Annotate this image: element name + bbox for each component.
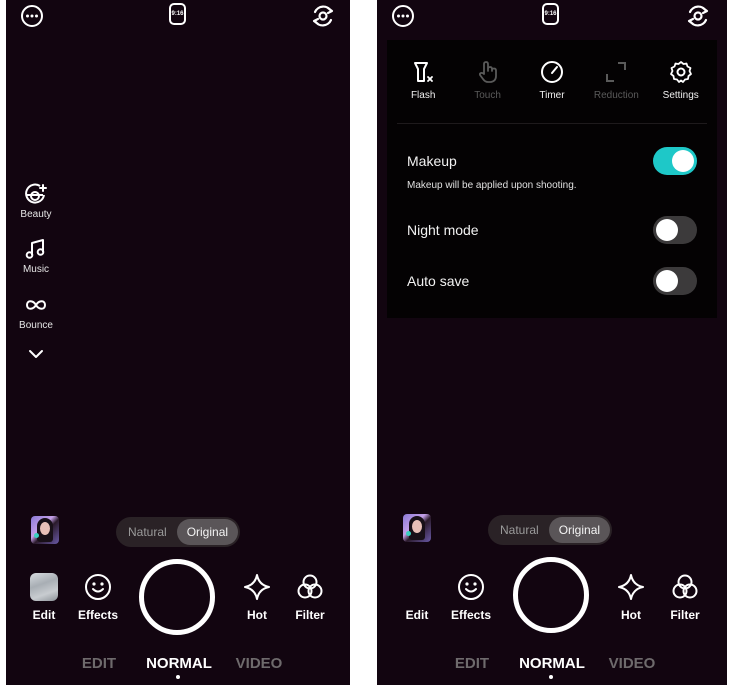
- settings-option[interactable]: Settings: [649, 60, 713, 101]
- flip-camera-button[interactable]: [685, 3, 711, 29]
- expand-tools-button[interactable]: [6, 348, 66, 360]
- effects-tool[interactable]: Effects: [441, 573, 501, 622]
- effects-label: Effects: [450, 608, 491, 622]
- aspect-ratio-button[interactable]: 9:16: [542, 3, 559, 25]
- edit-tool[interactable]: Edit: [14, 573, 74, 622]
- aspect-ratio-label: 9:16: [542, 3, 559, 25]
- panel-divider: [397, 123, 707, 124]
- makeup-setting: Makeup: [407, 147, 697, 175]
- infinity-loop-icon: [25, 300, 47, 310]
- music-label: Music: [22, 264, 50, 275]
- aspect-ratio-button[interactable]: 9:16: [169, 3, 186, 25]
- aspect-ratio-label: 9:16: [169, 3, 186, 25]
- mode-selector: EDIT NORMAL VIDEO: [377, 655, 727, 672]
- beauty-face-icon: [25, 183, 47, 204]
- auto-save-toggle[interactable]: [653, 267, 697, 295]
- flash-option[interactable]: Flash: [391, 60, 455, 101]
- camera-screen-settings-open: 9:16 Flash Touch Timer Reduction Setting…: [377, 0, 727, 685]
- timer-icon: [540, 61, 563, 83]
- original-option[interactable]: Original: [176, 519, 239, 545]
- hot-label: Hot: [621, 608, 641, 622]
- beauty-label: Beauty: [20, 209, 52, 220]
- mode-selector: EDIT NORMAL VIDEO: [6, 655, 350, 672]
- flash-label: Flash: [410, 90, 436, 101]
- gallery-thumbnail[interactable]: [403, 514, 431, 542]
- flash-off-icon: [414, 62, 434, 82]
- hot-tool[interactable]: Hot: [227, 573, 287, 622]
- mode-video[interactable]: VIDEO: [592, 655, 672, 672]
- filter-tool[interactable]: Filter: [655, 573, 715, 622]
- makeup-toggle[interactable]: [653, 147, 697, 175]
- effects-tool[interactable]: Effects: [68, 573, 128, 622]
- reduction-label: Reduction: [593, 90, 639, 101]
- hot-label: Hot: [247, 608, 267, 622]
- reduction-option[interactable]: Reduction: [584, 60, 648, 101]
- edit-thumbnail: [30, 573, 58, 601]
- mode-normal[interactable]: NORMAL: [512, 655, 592, 672]
- gallery-thumbnail[interactable]: [31, 516, 59, 544]
- settings-panel: Flash Touch Timer Reduction Settings Mak…: [387, 40, 717, 318]
- filter-label: Filter: [670, 608, 700, 622]
- quick-options-row: Flash Touch Timer Reduction Settings: [387, 60, 717, 101]
- music-tool[interactable]: Music: [6, 237, 66, 275]
- mode-edit[interactable]: EDIT: [432, 655, 512, 672]
- shutter-button[interactable]: [513, 557, 589, 633]
- sparkle-icon: [244, 574, 270, 600]
- more-options-button[interactable]: [391, 4, 415, 28]
- makeup-description: Makeup will be applied upon shooting.: [407, 180, 577, 191]
- smiley-icon: [85, 574, 111, 600]
- edit-thumbnail: [403, 573, 431, 601]
- auto-save-label: Auto save: [407, 273, 470, 289]
- night-mode-setting: Night mode: [407, 216, 697, 244]
- mode-normal[interactable]: NORMAL: [139, 655, 219, 672]
- filter-circles-icon: [672, 574, 698, 599]
- timer-option[interactable]: Timer: [520, 60, 584, 101]
- bounce-label: Bounce: [19, 320, 53, 331]
- settings-label: Settings: [662, 90, 699, 101]
- night-mode-toggle[interactable]: [653, 216, 697, 244]
- camera-flip-icon: [687, 5, 709, 27]
- reduction-icon: [606, 62, 627, 82]
- touch-label: Touch: [474, 90, 501, 101]
- filter-tool[interactable]: Filter: [280, 573, 340, 622]
- natural-option[interactable]: Natural: [118, 519, 177, 545]
- night-mode-label: Night mode: [407, 222, 479, 238]
- hot-tool[interactable]: Hot: [601, 573, 661, 622]
- auto-save-setting: Auto save: [407, 267, 697, 295]
- active-mode-indicator: [176, 675, 180, 679]
- more-horizontal-icon: [21, 5, 43, 27]
- filter-circles-icon: [297, 574, 323, 599]
- original-option[interactable]: Original: [548, 517, 611, 543]
- beauty-mode-switch: Natural Original: [116, 517, 241, 547]
- chevron-down-icon: [29, 350, 43, 358]
- flip-camera-button[interactable]: [310, 3, 336, 29]
- natural-option[interactable]: Natural: [490, 517, 549, 543]
- effects-label: Effects: [77, 608, 118, 622]
- more-options-button[interactable]: [20, 4, 44, 28]
- more-horizontal-icon: [392, 5, 414, 27]
- touch-option[interactable]: Touch: [456, 60, 520, 101]
- edit-tool[interactable]: Edit: [387, 573, 447, 622]
- camera-flip-icon: [312, 5, 334, 27]
- gear-icon: [669, 61, 692, 83]
- edit-label: Edit: [32, 608, 56, 622]
- makeup-label: Makeup: [407, 153, 457, 169]
- filter-label: Filter: [295, 608, 325, 622]
- sparkle-icon: [618, 574, 644, 600]
- bounce-tool[interactable]: Bounce: [6, 293, 66, 331]
- beauty-mode-switch: Natural Original: [488, 515, 613, 545]
- touch-hand-icon: [478, 61, 497, 83]
- smiley-icon: [458, 574, 484, 600]
- camera-screen-default: 9:16 Beauty Music Bounce Natural Origina…: [6, 0, 350, 685]
- timer-label: Timer: [539, 90, 565, 101]
- mode-edit[interactable]: EDIT: [59, 655, 139, 672]
- beauty-tool[interactable]: Beauty: [6, 182, 66, 220]
- mode-video[interactable]: VIDEO: [219, 655, 299, 672]
- shutter-button[interactable]: [139, 559, 215, 635]
- active-mode-indicator: [549, 675, 553, 679]
- music-note-icon: [25, 239, 45, 259]
- edit-label: Edit: [405, 608, 429, 622]
